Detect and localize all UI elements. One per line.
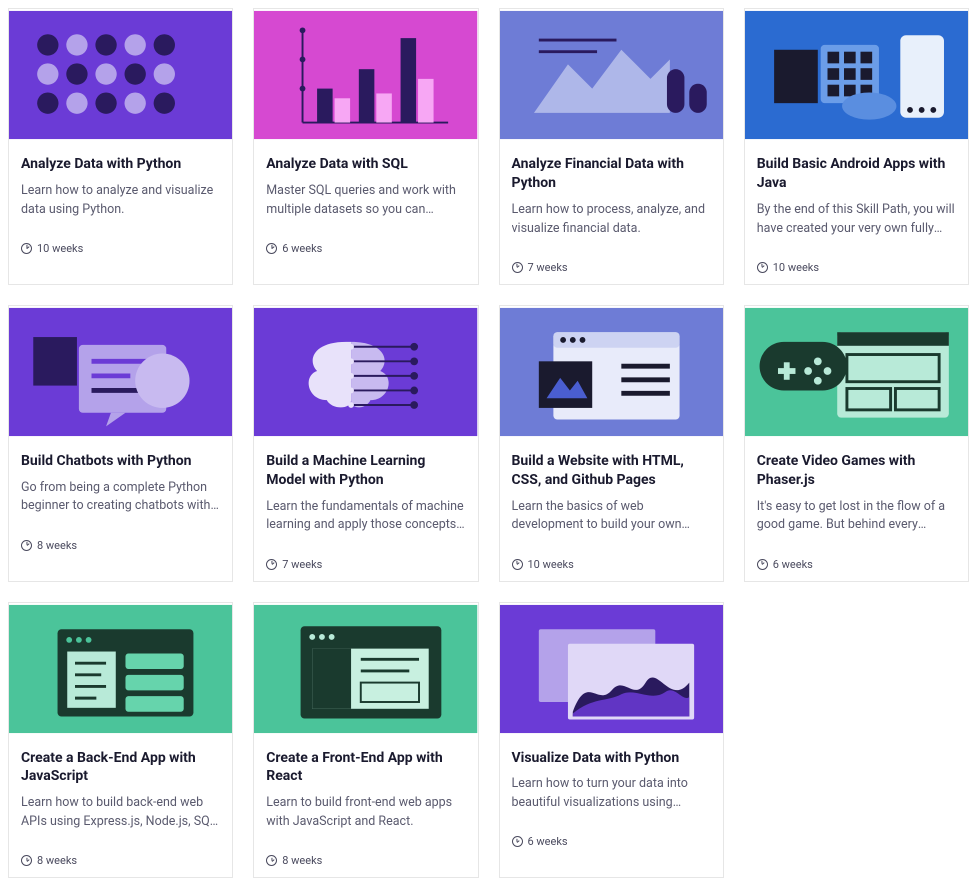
course-card[interactable]: Visualize Data with Python Learn how to … — [499, 602, 724, 879]
course-card[interactable]: Build a Website with HTML, CSS, and Gith… — [499, 305, 724, 582]
course-title: Create Video Games with Phaser.js — [757, 452, 956, 490]
clock-icon — [266, 559, 277, 570]
course-duration: 6 weeks — [757, 558, 956, 571]
course-title: Create a Front-End App with React — [266, 749, 465, 787]
duration-text: 10 weeks — [773, 261, 819, 274]
clock-icon — [21, 243, 32, 254]
course-description: Learn the basics of web development to b… — [512, 498, 711, 536]
course-duration: 6 weeks — [512, 835, 711, 848]
course-thumbnail — [9, 603, 232, 735]
clock-icon — [512, 262, 523, 273]
course-title: Build Chatbots with Python — [21, 452, 220, 471]
course-description: Learn the fundamentals of machine learni… — [266, 498, 465, 536]
duration-text: 10 weeks — [528, 558, 574, 571]
course-thumbnail — [254, 9, 477, 141]
course-title: Visualize Data with Python — [512, 749, 711, 768]
course-thumbnail — [745, 306, 968, 438]
clock-icon — [512, 559, 523, 570]
course-duration: 10 weeks — [21, 242, 220, 255]
duration-text: 8 weeks — [37, 854, 77, 867]
duration-text: 6 weeks — [282, 242, 322, 255]
course-description: Master SQL queries and work with multipl… — [266, 182, 465, 220]
course-title: Build Basic Android Apps with Java — [757, 155, 956, 193]
course-thumbnail — [9, 9, 232, 141]
course-card[interactable]: Create a Front-End App with React Learn … — [253, 602, 478, 879]
course-description: Learn how to turn your data into beautif… — [512, 775, 711, 813]
clock-icon — [512, 836, 523, 847]
course-duration: 8 weeks — [266, 854, 465, 867]
course-card[interactable]: Create a Back-End App with JavaScript Le… — [8, 602, 233, 879]
course-thumbnail — [254, 306, 477, 438]
duration-text: 10 weeks — [37, 242, 83, 255]
course-title: Create a Back-End App with JavaScript — [21, 749, 220, 787]
course-duration: 10 weeks — [757, 261, 956, 274]
course-description: Learn how to analyze and visualize data … — [21, 182, 220, 220]
course-card[interactable]: Build a Machine Learning Model with Pyth… — [253, 305, 478, 582]
clock-icon — [266, 855, 277, 866]
course-card[interactable]: Analyze Data with Python Learn how to an… — [8, 8, 233, 285]
duration-text: 6 weeks — [528, 835, 568, 848]
clock-icon — [757, 559, 768, 570]
course-duration: 10 weeks — [512, 558, 711, 571]
course-duration: 8 weeks — [21, 539, 220, 552]
clock-icon — [21, 540, 32, 551]
course-duration: 7 weeks — [266, 558, 465, 571]
duration-text: 6 weeks — [773, 558, 813, 571]
course-thumbnail — [500, 603, 723, 735]
course-description: It's easy to get lost in the flow of a g… — [757, 498, 956, 536]
course-title: Build a Website with HTML, CSS, and Gith… — [512, 452, 711, 490]
course-card[interactable]: Analyze Data with SQL Master SQL queries… — [253, 8, 478, 285]
clock-icon — [21, 855, 32, 866]
course-card[interactable]: Analyze Financial Data with Python Learn… — [499, 8, 724, 285]
duration-text: 8 weeks — [37, 539, 77, 552]
course-thumbnail — [500, 306, 723, 438]
duration-text: 7 weeks — [528, 261, 568, 274]
course-grid: Analyze Data with Python Learn how to an… — [8, 8, 969, 878]
course-duration: 8 weeks — [21, 854, 220, 867]
clock-icon — [757, 262, 768, 273]
course-title: Analyze Data with SQL — [266, 155, 465, 174]
course-thumbnail — [9, 306, 232, 438]
course-description: Go from being a complete Python beginner… — [21, 479, 220, 517]
course-card[interactable]: Build Chatbots with Python Go from being… — [8, 305, 233, 582]
course-card[interactable]: Create Video Games with Phaser.js It's e… — [744, 305, 969, 582]
course-title: Build a Machine Learning Model with Pyth… — [266, 452, 465, 490]
course-description: Learn how to process, analyze, and visua… — [512, 201, 711, 239]
clock-icon — [266, 243, 277, 254]
course-title: Analyze Data with Python — [21, 155, 220, 174]
course-description: Learn to build front-end web apps with J… — [266, 794, 465, 832]
course-description: By the end of this Skill Path, you will … — [757, 201, 956, 239]
duration-text: 7 weeks — [282, 558, 322, 571]
course-thumbnail — [500, 9, 723, 141]
course-description: Learn how to build back-end web APIs usi… — [21, 794, 220, 832]
course-thumbnail — [745, 9, 968, 141]
duration-text: 8 weeks — [282, 854, 322, 867]
course-card[interactable]: Build Basic Android Apps with Java By th… — [744, 8, 969, 285]
course-duration: 6 weeks — [266, 242, 465, 255]
course-title: Analyze Financial Data with Python — [512, 155, 711, 193]
course-duration: 7 weeks — [512, 261, 711, 274]
course-thumbnail — [254, 603, 477, 735]
